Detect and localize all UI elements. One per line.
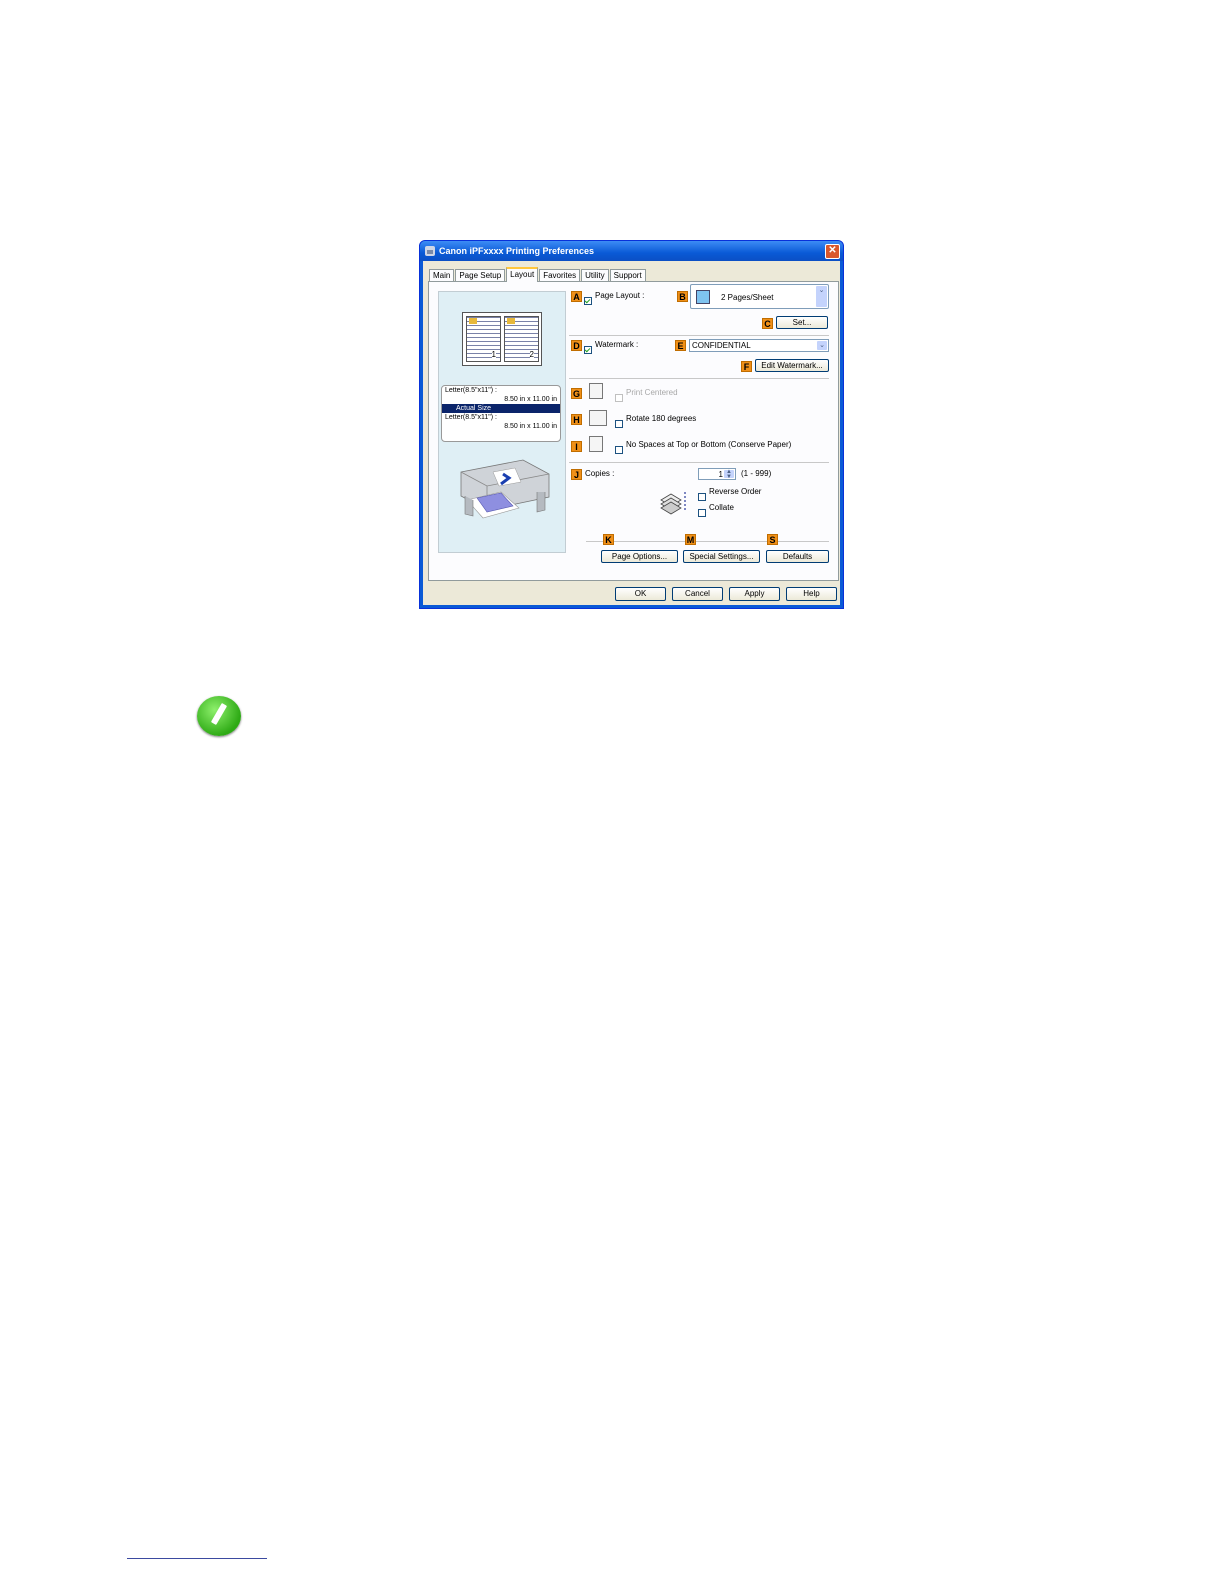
marker-a: A (571, 291, 582, 302)
chevron-down-icon[interactable]: ⌄ (817, 341, 827, 350)
printer-icon (425, 246, 435, 256)
conserve-paper-icon (589, 436, 603, 452)
marker-k: K (603, 534, 614, 545)
no-spaces-label: No Spaces at Top or Bottom (Conserve Pap… (626, 440, 792, 449)
special-settings-button[interactable]: Special Settings... (683, 550, 760, 563)
dialog-title: Canon iPFxxxx Printing Preferences (439, 246, 595, 256)
print-centered-checkbox[interactable] (615, 389, 623, 407)
copies-range: (1 - 999) (741, 469, 772, 478)
source-size-dimensions: 8.50 in x 11.00 in (504, 396, 557, 403)
ok-button[interactable]: OK (615, 587, 666, 601)
tab-support[interactable]: Support (609, 269, 646, 281)
collate-label: Collate (709, 503, 734, 512)
tab-main[interactable]: Main (429, 269, 455, 281)
marker-s: S (767, 534, 778, 545)
divider (586, 541, 829, 542)
preview-page-number: 1 (491, 350, 496, 359)
printing-preferences-dialog: Canon iPFxxxx Printing Preferences ✕ Mai… (419, 240, 844, 609)
preview-page-1: 1 (466, 316, 501, 362)
rotate-label: Rotate 180 degrees (626, 414, 697, 423)
page-options-button[interactable]: Page Options... (601, 550, 678, 563)
marker-c: C (762, 318, 773, 329)
divider (569, 335, 829, 336)
rotate-checkbox[interactable] (615, 415, 623, 433)
marker-h: H (571, 414, 582, 425)
marker-d: D (571, 340, 582, 351)
set-button[interactable]: Set... (776, 316, 828, 329)
defaults-button[interactable]: Defaults (766, 550, 829, 563)
tab-favorites[interactable]: Favorites (539, 269, 581, 281)
page-layout-check[interactable] (584, 296, 592, 305)
page-layout-checkbox[interactable] (584, 292, 592, 310)
tab-strip: Main Page Setup Layout Favorites Utility… (429, 267, 647, 282)
tab-page-setup[interactable]: Page Setup (455, 269, 506, 281)
no-spaces-checkbox[interactable] (615, 441, 623, 459)
copies-stepper[interactable]: 1 ▲ ▼ (698, 468, 736, 480)
scaling-label: Actual Size (442, 404, 560, 413)
layout-panel: 1 2 Letter(8.5"x11") : 8.50 in x 11.00 i… (428, 281, 839, 581)
title-bar[interactable]: Canon iPFxxxx Printing Preferences ✕ (420, 241, 843, 261)
help-button[interactable]: Help (786, 587, 837, 601)
collate-check[interactable] (698, 508, 706, 517)
pages-per-sheet-icon (696, 290, 710, 304)
close-icon: ✕ (828, 245, 837, 256)
no-spaces-check[interactable] (615, 445, 623, 454)
watermark-value: CONFIDENTIAL (692, 341, 751, 350)
marker-m: M (685, 534, 696, 545)
copies-value: 1 (718, 470, 723, 479)
cancel-button[interactable]: Cancel (672, 587, 723, 601)
dialog-client: Main Page Setup Layout Favorites Utility… (423, 261, 840, 605)
marker-j: J (571, 469, 582, 480)
print-centered-label: Print Centered (626, 388, 678, 397)
print-centered-icon (589, 383, 603, 399)
footnote-rule (127, 1558, 267, 1559)
pages-per-sheet-select[interactable]: 2 Pages/Sheet ⌄ (690, 284, 829, 309)
reverse-order-check[interactable] (698, 492, 706, 501)
edit-watermark-button[interactable]: Edit Watermark... (755, 359, 829, 372)
tab-layout[interactable]: Layout (506, 267, 539, 282)
printer-illustration (460, 459, 550, 519)
paper-size-info: Letter(8.5"x11") : 8.50 in x 11.00 in Ac… (441, 385, 561, 442)
collate-checkbox[interactable] (698, 504, 706, 522)
marker-b: B (677, 291, 688, 302)
reverse-order-label: Reverse Order (709, 487, 762, 496)
output-size-label: Letter(8.5"x11") : (445, 414, 497, 421)
watermark-checkbox[interactable] (584, 341, 592, 359)
print-centered-check[interactable] (615, 393, 623, 402)
copies-label: Copies : (585, 469, 615, 478)
page-layout-label: Page Layout : (595, 291, 645, 300)
preview-area: 1 2 Letter(8.5"x11") : 8.50 in x 11.00 i… (438, 291, 566, 553)
note-pencil-icon (197, 696, 241, 736)
preview-page-2: 2 (504, 316, 539, 362)
marker-i: I (571, 441, 582, 452)
chevron-down-icon[interactable]: ⌄ (816, 286, 827, 307)
apply-button[interactable]: Apply (729, 587, 780, 601)
pages-per-sheet-value: 2 Pages/Sheet (721, 293, 774, 302)
copies-stack-icon (660, 492, 686, 515)
preview-page-number: 2 (529, 350, 534, 359)
tab-utility[interactable]: Utility (581, 269, 609, 281)
rotate-icon (589, 410, 607, 426)
spin-arrows-icon[interactable]: ▲ ▼ (724, 469, 734, 480)
watermark-select[interactable]: CONFIDENTIAL ⌄ (689, 339, 829, 352)
page-layout-preview: 1 2 (462, 312, 542, 366)
source-size-label: Letter(8.5"x11") : (445, 387, 497, 394)
divider (569, 378, 829, 379)
marker-f: F (741, 361, 752, 372)
marker-g: G (571, 388, 582, 399)
output-size-dimensions: 8.50 in x 11.00 in (504, 423, 557, 430)
watermark-label: Watermark : (595, 340, 639, 349)
watermark-check[interactable] (584, 345, 592, 354)
marker-e: E (675, 340, 686, 351)
rotate-check[interactable] (615, 419, 623, 428)
close-button[interactable]: ✕ (825, 244, 840, 259)
divider (569, 462, 829, 463)
